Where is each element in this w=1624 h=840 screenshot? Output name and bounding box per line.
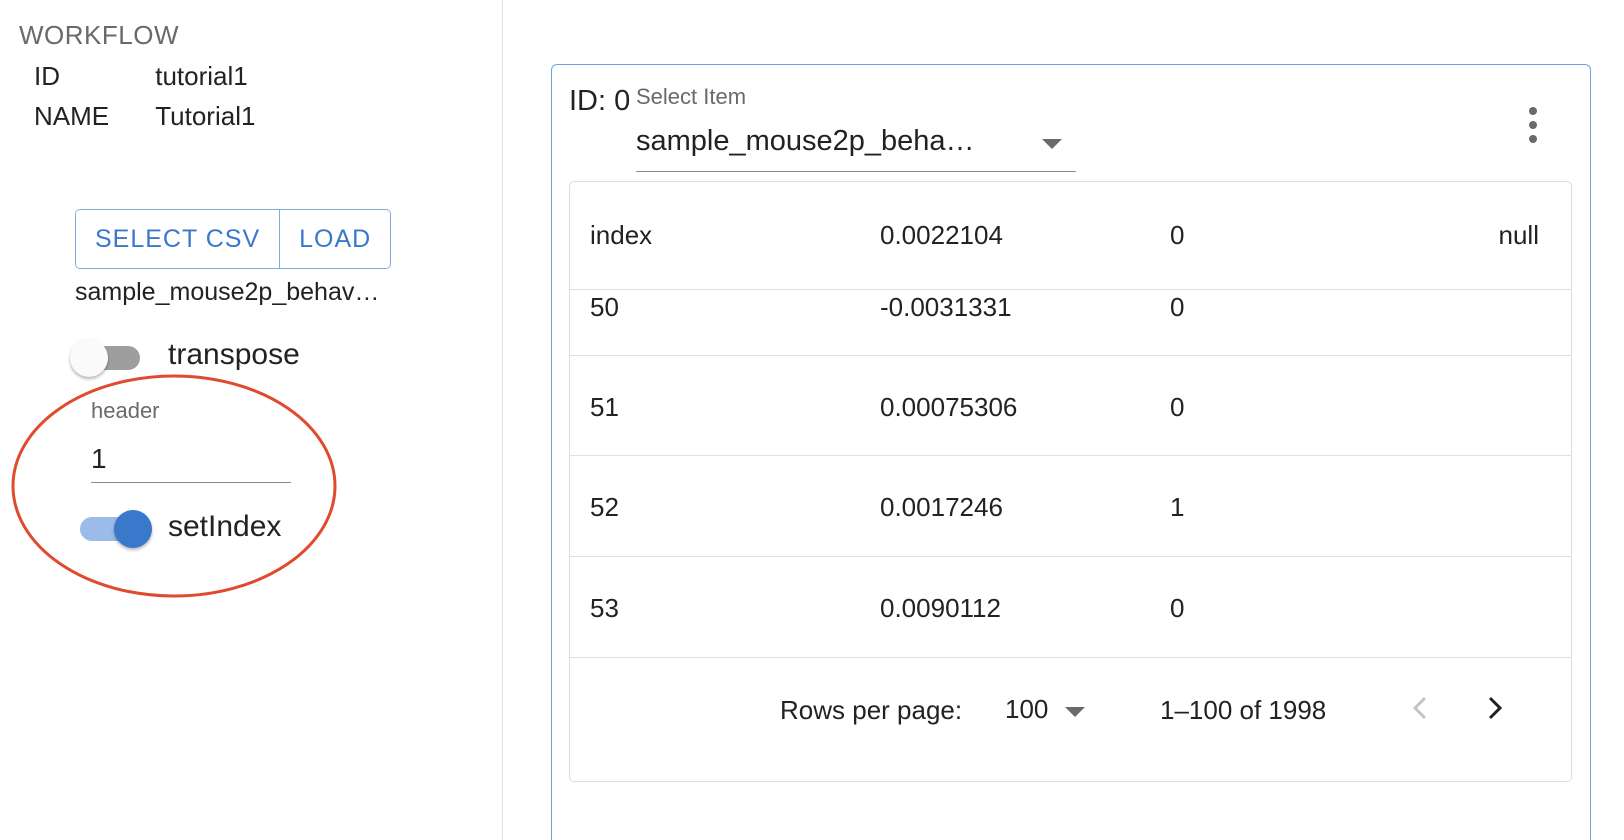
table-cell: 1 [1170, 492, 1185, 522]
csv-button-group: SELECT CSV LOAD [75, 209, 392, 269]
table-cell: 53 [590, 593, 619, 623]
workflow-id-value: tutorial1 [155, 61, 248, 91]
table-cell: 0 [1170, 593, 1185, 623]
table-cell: 52 [590, 492, 619, 522]
select-item-value: sample_mouse2p_beha… [636, 125, 975, 157]
workflow-panel: WORKFLOW ID tutorial1 NAME Tutorial1 SEL… [0, 0, 503, 840]
table-cell: 0.0090112 [880, 593, 1001, 623]
select-item-dropdown[interactable]: sample_mouse2p_beha… [636, 119, 1076, 172]
csv-file-name: sample_mouse2p_behav… [75, 278, 380, 306]
table-row: 53 0.0090112 0 [570, 557, 1571, 658]
chevron-left-icon [1412, 696, 1427, 720]
workflow-name-key: NAME [34, 101, 110, 131]
kebab-dot [1529, 107, 1537, 115]
header-field-label: header [91, 398, 160, 423]
table-cell: -0.0031331 [880, 292, 1012, 322]
workflow-name-row: NAME Tutorial1 [34, 101, 255, 132]
table-header-cell: index [590, 220, 653, 250]
table-cell: 0 [1170, 392, 1185, 422]
rows-per-page-label: Rows per page: [780, 695, 963, 725]
data-table: index 0.0022104 0 null 50 -0.0031331 0 5… [569, 181, 1572, 782]
rows-per-page-select[interactable]: 100 [1005, 690, 1095, 730]
table-row: 52 0.0017246 1 [570, 456, 1571, 557]
table-row: 50 -0.0031331 0 [570, 290, 1571, 356]
table-cell: 51 [590, 392, 619, 422]
chevron-right-icon [1488, 696, 1503, 720]
transpose-switch-thumb [70, 339, 108, 377]
kebab-dot [1529, 135, 1537, 143]
workflow-id-key: ID [34, 61, 60, 91]
select-csv-button[interactable]: SELECT CSV [76, 210, 280, 268]
previous-page-button[interactable] [1400, 686, 1440, 730]
table-cell: 0 [1170, 292, 1185, 322]
highlight-ellipse [11, 374, 337, 598]
table-header-row: index 0.0022104 0 null [570, 182, 1571, 290]
table-cell: 0.0017246 [880, 492, 1003, 522]
arrow-drop-down-icon [1065, 707, 1085, 717]
table-row: 51 0.00075306 0 [570, 356, 1571, 456]
table-pagination: Rows per page: 100 1–100 of 1998 [570, 658, 1571, 781]
table-cell: 50 [590, 292, 619, 322]
table-header-cell: null [1498, 220, 1539, 250]
select-item-label: Select Item [636, 84, 747, 109]
transpose-label: transpose [168, 338, 300, 371]
workflow-title: WORKFLOW [19, 20, 179, 50]
transpose-switch[interactable] [70, 339, 144, 377]
table-header-cell: 0.0022104 [880, 220, 1003, 250]
table-cell: 0.00075306 [880, 392, 1018, 422]
header-input[interactable] [91, 436, 291, 483]
workflow-name-value: Tutorial1 [155, 101, 256, 131]
node-id-label: ID: 0 [569, 85, 631, 117]
setindex-label: setIndex [168, 510, 282, 543]
setindex-switch[interactable] [76, 510, 152, 548]
kebab-dot [1529, 121, 1537, 129]
setindex-switch-thumb [114, 510, 152, 548]
pagination-range: 1–100 of 1998 [1160, 695, 1327, 725]
more-vert-icon[interactable] [1518, 105, 1548, 145]
load-button[interactable]: LOAD [279, 210, 391, 268]
node-card: ID: 0 Select Item sample_mouse2p_beha… i… [551, 64, 1591, 840]
rows-per-page-value: 100 [1005, 694, 1049, 724]
table-header-cell: 0 [1170, 220, 1185, 250]
app-root: WORKFLOW ID tutorial1 NAME Tutorial1 SEL… [0, 0, 1624, 840]
workflow-id-row: ID tutorial1 [34, 61, 248, 92]
next-page-button[interactable] [1475, 686, 1515, 730]
arrow-drop-down-icon [1042, 139, 1062, 149]
